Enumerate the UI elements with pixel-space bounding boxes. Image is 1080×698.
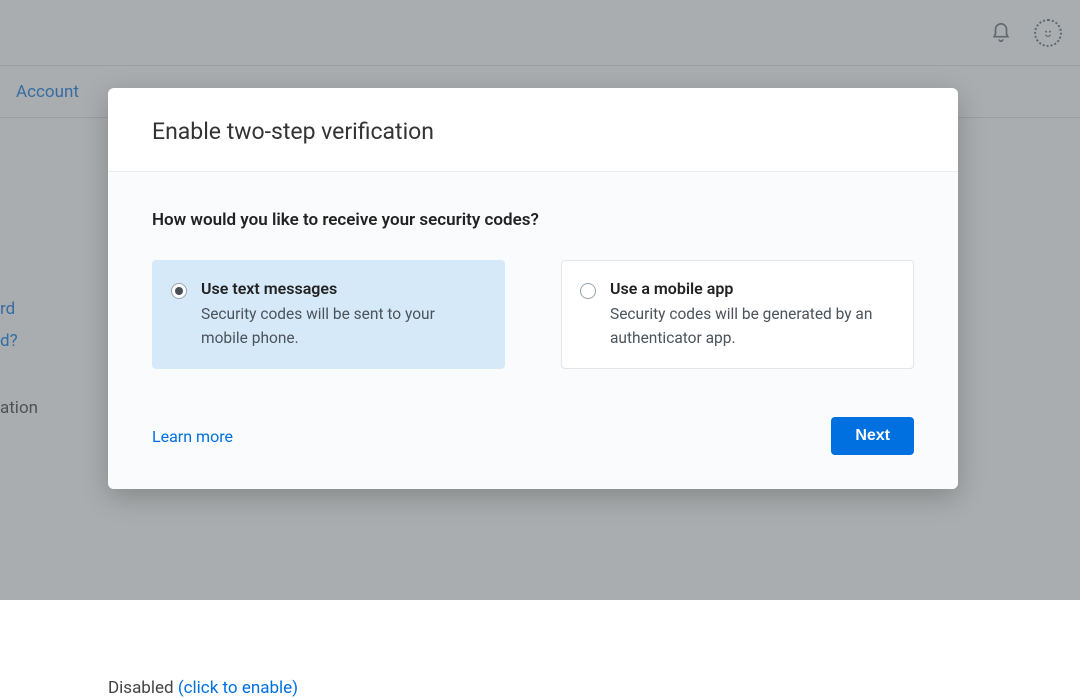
option-text-messages[interactable]: Use text messages Security codes will be… — [152, 260, 505, 369]
radio-icon — [171, 283, 187, 299]
modal-footer: Learn more Next — [152, 417, 914, 455]
learn-more-link[interactable]: Learn more — [152, 427, 233, 446]
enable-link[interactable]: (click to enable) — [178, 678, 298, 698]
modal-body: How would you like to receive your secur… — [108, 172, 958, 489]
two-step-modal: Enable two-step verification How would y… — [108, 88, 958, 489]
radio-icon — [580, 283, 596, 299]
option-title: Use text messages — [201, 279, 484, 298]
modal-title: Enable two-step verification — [152, 118, 914, 145]
option-text: Use a mobile app Security codes will be … — [610, 279, 893, 350]
next-button[interactable]: Next — [831, 417, 914, 455]
option-title: Use a mobile app — [610, 279, 893, 298]
options-row: Use text messages Security codes will be… — [152, 260, 914, 369]
option-desc: Security codes will be generated by an a… — [610, 302, 893, 350]
option-desc: Security codes will be sent to your mobi… — [201, 302, 484, 350]
option-mobile-app[interactable]: Use a mobile app Security codes will be … — [561, 260, 914, 369]
modal-question: How would you like to receive your secur… — [152, 210, 914, 230]
modal-header: Enable two-step verification — [108, 88, 958, 172]
two-step-status: Disabled (click to enable) — [108, 678, 298, 698]
status-label: Disabled — [108, 678, 178, 698]
option-text: Use text messages Security codes will be… — [201, 279, 484, 350]
